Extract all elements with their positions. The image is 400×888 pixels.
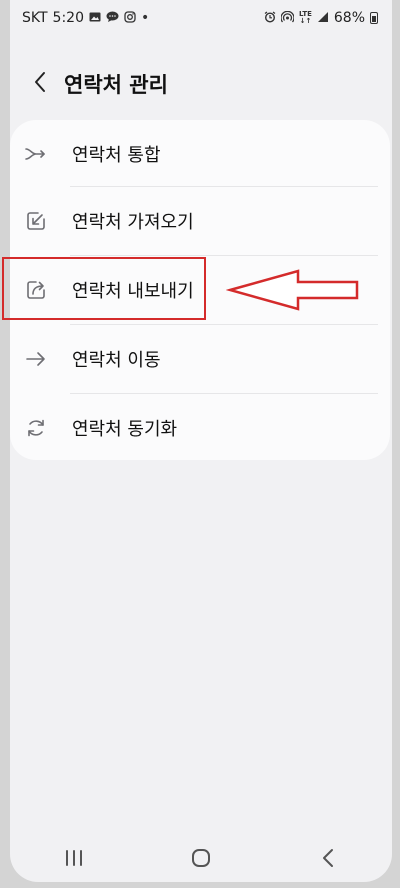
menu-item-sync[interactable]: 연락처 동기화 bbox=[10, 394, 390, 462]
app-header: 연락처 관리 bbox=[10, 62, 392, 106]
recents-button[interactable] bbox=[44, 840, 104, 880]
battery-level: 68% bbox=[333, 10, 365, 26]
back-button[interactable] bbox=[22, 62, 58, 106]
clock: 5:20 bbox=[52, 10, 84, 26]
instagram-icon bbox=[124, 11, 136, 25]
chat-icon bbox=[106, 11, 119, 25]
alarm-icon bbox=[264, 11, 276, 25]
hotspot-icon bbox=[280, 10, 295, 25]
back-icon bbox=[321, 848, 335, 872]
menu-item-label: 연락처 통합 bbox=[72, 145, 161, 166]
sync-icon bbox=[24, 416, 48, 440]
menu-item-move[interactable]: 연락처 이동 bbox=[10, 325, 390, 393]
menu-item-label: 연락처 동기화 bbox=[72, 419, 178, 440]
phone-screen: SKT 5:20 • LTE ↓↑ 68% 연락처 관리 연락처 통합 연락처 … bbox=[10, 0, 392, 882]
merge-icon bbox=[24, 142, 48, 166]
status-left: SKT 5:20 • bbox=[22, 10, 149, 26]
home-icon bbox=[191, 848, 211, 872]
annotation-arrow-icon bbox=[225, 268, 366, 316]
page-title: 연락처 관리 bbox=[64, 73, 168, 97]
menu-item-import[interactable]: 연락처 가져오기 bbox=[10, 187, 390, 255]
highlight-box bbox=[2, 257, 206, 320]
carrier-label: SKT bbox=[22, 10, 48, 26]
menu-item-label: 연락처 가져오기 bbox=[72, 212, 194, 233]
navigation-bar bbox=[10, 836, 392, 882]
menu-item-label: 연락처 이동 bbox=[72, 350, 161, 371]
recents-icon bbox=[64, 849, 84, 871]
gallery-icon bbox=[89, 11, 101, 25]
home-button[interactable] bbox=[171, 840, 231, 880]
move-arrow-icon bbox=[24, 347, 48, 371]
menu-item-merge[interactable]: 연락처 통합 bbox=[10, 120, 390, 188]
notification-dot-icon: • bbox=[141, 10, 150, 26]
status-bar: SKT 5:20 • LTE ↓↑ 68% bbox=[10, 0, 392, 36]
network-type: LTE ↓↑ bbox=[299, 10, 312, 25]
chevron-left-icon bbox=[33, 71, 47, 97]
nav-back-button[interactable] bbox=[298, 840, 358, 880]
status-right: LTE ↓↑ 68% bbox=[264, 10, 378, 26]
signal-icon bbox=[317, 11, 329, 25]
battery-icon bbox=[370, 12, 378, 24]
import-icon bbox=[24, 209, 48, 233]
